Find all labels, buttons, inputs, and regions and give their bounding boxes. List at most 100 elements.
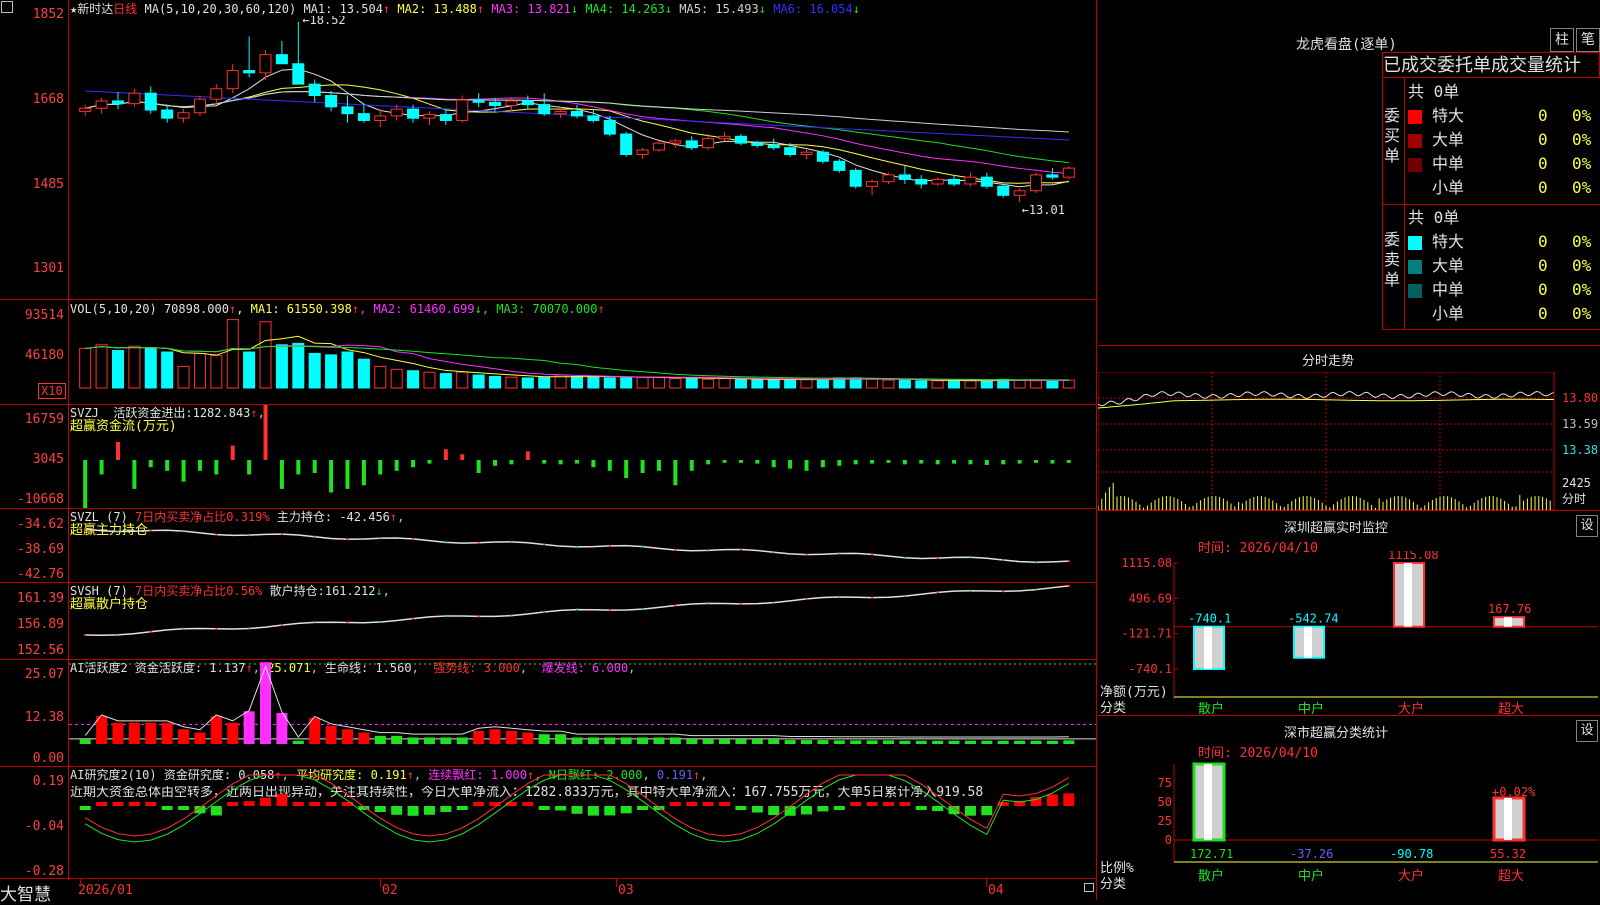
fund-bar xyxy=(378,460,383,475)
active-bar xyxy=(227,722,239,744)
lock-icon[interactable] xyxy=(1084,883,1094,892)
volume-bar xyxy=(308,352,321,389)
active-bar xyxy=(653,737,665,744)
svsh-line-dot xyxy=(1035,588,1038,591)
brand-logo[interactable]: 大智慧 xyxy=(0,880,51,905)
ma-legend-item: MA3: 13.821 xyxy=(491,2,571,16)
intraday-chart[interactable] xyxy=(1098,372,1558,511)
svzl-chart[interactable] xyxy=(69,509,1096,582)
classify-cat-label: 散户 xyxy=(1198,868,1224,884)
research-bar xyxy=(866,802,878,806)
svzl-line-dot xyxy=(379,537,382,540)
monitor-value-label: 1115.08 xyxy=(1388,551,1439,562)
row-name: 中单 xyxy=(1432,154,1465,173)
svsh-line-dot xyxy=(641,608,644,611)
fund-bar xyxy=(312,460,317,473)
ma-arrow: ↓ xyxy=(570,2,579,16)
candle xyxy=(374,115,387,121)
svsh-line-dot xyxy=(346,621,349,624)
svsh-chart[interactable] xyxy=(69,583,1096,659)
volume-bar xyxy=(669,378,682,389)
fund-bar xyxy=(788,460,793,469)
period-label[interactable]: 日线 xyxy=(113,2,137,16)
row-count: 0 xyxy=(1538,178,1548,197)
research-bar xyxy=(145,802,157,806)
volume-bar xyxy=(275,344,288,389)
lhb-subtitle-box: 已成交委托单成交量统计 xyxy=(1382,52,1600,78)
research-bar xyxy=(833,806,845,810)
bar-mode-button[interactable]: 柱 xyxy=(1550,28,1574,52)
monitor-chart[interactable]: 1115.08 496.69 -121.71 -740.1 -740.1 散户 -542.7… xyxy=(1098,551,1600,716)
fund-bar xyxy=(411,460,416,468)
svzl-ytick: -42.76 xyxy=(17,567,64,582)
svzj-chart[interactable] xyxy=(69,405,1096,508)
volume-bar xyxy=(652,376,665,389)
color-swatch xyxy=(1408,283,1422,298)
classify-chart[interactable]: 75 50 25 0 172.71 散户 -37.26 中户 -90.78 大户 55.32 超大 +0… xyxy=(1098,756,1600,901)
classify-value-label: 172.71 xyxy=(1190,847,1233,861)
fund-bar xyxy=(115,441,120,460)
intraday-ytick: 13.38 xyxy=(1562,443,1599,457)
volume-bar xyxy=(144,347,157,389)
ai-active-chart[interactable] xyxy=(69,660,1096,766)
candle xyxy=(111,100,124,105)
research-bar xyxy=(637,806,649,810)
monitor-settings-button[interactable]: 设 xyxy=(1576,515,1598,537)
active-bar xyxy=(587,737,599,744)
vol-unit-badge[interactable]: X10 xyxy=(38,383,66,399)
row-pct: 0% xyxy=(1572,280,1592,299)
fund-bar xyxy=(902,460,907,465)
lhb-subtitle: 已成交委托单成交量统计 xyxy=(1383,55,1581,76)
svsh-line-dot xyxy=(248,627,251,630)
fund-bar xyxy=(689,460,694,471)
active-bar xyxy=(178,729,190,744)
fund-bar xyxy=(214,460,219,475)
ai-research-chart[interactable] xyxy=(69,767,1096,878)
active-bar xyxy=(456,737,468,744)
svsh-line-dot xyxy=(739,602,742,605)
fund-bar xyxy=(607,460,612,471)
candle xyxy=(1062,167,1075,178)
candle xyxy=(751,142,764,146)
svzl-line xyxy=(85,528,1069,564)
volume-bar xyxy=(964,380,977,389)
candle xyxy=(948,178,961,185)
svzl-line-dot xyxy=(116,530,119,533)
svzl-line-dot xyxy=(772,551,775,554)
kline-ytick: 1852 xyxy=(32,7,64,22)
candle xyxy=(472,99,485,103)
volume-bar xyxy=(439,373,452,389)
research-bar xyxy=(456,806,468,810)
stock-name[interactable]: 新时达 xyxy=(77,2,113,16)
tick-mode-button[interactable]: 笔 xyxy=(1576,28,1600,52)
row-pct: 0% xyxy=(1572,256,1592,275)
ma-arrow: ↑ xyxy=(476,2,485,16)
svzj-ytick: 3045 xyxy=(32,452,64,467)
monitor-value-label: 167.76 xyxy=(1488,602,1531,616)
xtick xyxy=(986,879,987,887)
color-swatch xyxy=(1408,181,1422,196)
volume-bar xyxy=(95,344,108,389)
research-bar xyxy=(768,806,780,816)
research-bar xyxy=(686,801,698,806)
classify-settings-button[interactable]: 设 xyxy=(1576,720,1598,742)
fund-bar xyxy=(722,460,727,463)
svsh-line-dot xyxy=(280,624,283,627)
research-bar xyxy=(96,802,108,806)
svzj-ytick: 16759 xyxy=(24,412,64,427)
volume-chart[interactable] xyxy=(69,300,1096,404)
svzl-line-dot xyxy=(84,528,87,530)
research-bar xyxy=(571,806,583,814)
candle xyxy=(849,169,862,187)
active-bar xyxy=(801,740,813,744)
svsh-line-dot xyxy=(903,595,906,598)
kline-chart[interactable]: ←18.52 ←13.01 xyxy=(69,16,1096,298)
candle xyxy=(767,144,780,149)
active-bar xyxy=(932,740,944,744)
volume-bar xyxy=(226,319,239,389)
monitor-title: 深圳超赢实时监控 xyxy=(1283,521,1388,536)
svsh-line-dot xyxy=(477,615,480,618)
research-bar xyxy=(407,806,419,816)
svzl-line-dot xyxy=(608,544,611,547)
candle xyxy=(997,185,1010,196)
